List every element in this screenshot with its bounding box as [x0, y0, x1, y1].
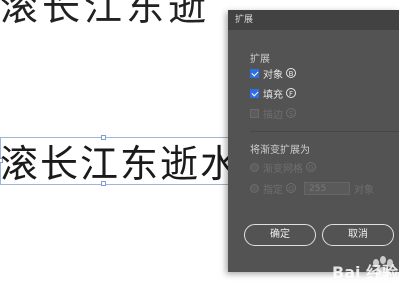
stroke-checkbox — [250, 108, 259, 118]
gradient-section-label: 将渐变扩展为 — [250, 145, 310, 156]
expand-dialog: 扩展 扩展 对象 B 填充 F 描边 S 将渐变扩展为 渐变网格 G 指定 O … — [228, 10, 399, 272]
object-label: 对象 — [263, 69, 283, 81]
baidu-watermark-text: Bai 经验 — [332, 263, 399, 282]
stroke-label: 描边 — [263, 109, 283, 121]
object-checkbox[interactable] — [250, 68, 259, 78]
section-divider — [250, 131, 399, 132]
specify-label: 指定 — [263, 184, 283, 196]
fill-hotkey: F — [286, 88, 296, 98]
dialog-titlebar[interactable]: 扩展 — [228, 10, 399, 30]
baidu-watermark: Bai 经验 — [332, 249, 399, 300]
cancel-button[interactable]: 取消 — [322, 224, 394, 246]
dialog-title: 扩展 — [235, 15, 254, 25]
stroke-option: 描边 S — [250, 106, 296, 121]
object-option[interactable]: 对象 B — [250, 66, 296, 81]
gradient-mesh-hotkey: G — [306, 162, 316, 172]
stroke-hotkey: S — [286, 108, 296, 118]
fill-checkbox[interactable] — [250, 88, 259, 98]
gradient-mesh-label: 渐变网格 — [263, 163, 303, 175]
specify-hotkey: O — [286, 183, 296, 193]
artboard-text-selected: 滚长江东逝水 — [0, 142, 241, 186]
specify-count-input: 255 — [304, 181, 350, 195]
artboard-text-top: 滚长江东逝 — [0, 0, 211, 29]
object-hotkey: B — [286, 68, 296, 78]
specify-radio — [250, 183, 259, 193]
gradient-mesh-option: 渐变网格 G — [250, 160, 316, 175]
fill-label: 填充 — [263, 89, 283, 101]
specify-option: 指定 O 255 对象 — [250, 181, 374, 196]
gradient-mesh-radio — [250, 162, 259, 172]
specify-unit-label: 对象 — [354, 184, 374, 196]
expand-section-label: 扩展 — [250, 54, 270, 65]
ok-button[interactable]: 确定 — [244, 224, 316, 246]
fill-option[interactable]: 填充 F — [250, 86, 296, 101]
